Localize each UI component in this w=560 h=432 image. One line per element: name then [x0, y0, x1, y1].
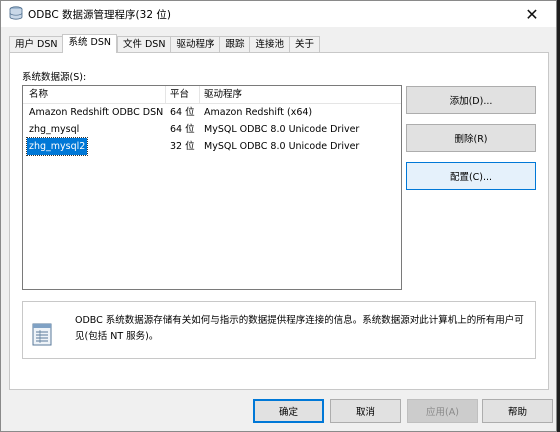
info-text: ODBC 系统数据源存储有关如何与指示的数据提供程序连接的信息。系统数据源对此计… [75, 315, 524, 342]
apply-button[interactable]: 应用(A) [407, 399, 478, 423]
dsn-platform: 32 位 [170, 141, 195, 152]
dsn-driver: MySQL ODBC 8.0 Unicode Driver [204, 141, 360, 152]
dsn-name: Amazon Redshift ODBC DSN [29, 107, 164, 118]
dsn-driver: MySQL ODBC 8.0 Unicode Driver [204, 124, 360, 135]
info-box: ODBC 系统数据源存储有关如何与指示的数据提供程序连接的信息。系统数据源对此计… [22, 301, 536, 359]
dsn-platform: 64 位 [170, 124, 195, 135]
configure-button[interactable]: 配置(C)... [406, 162, 536, 190]
tab-user-dsn[interactable]: 用户 DSN [9, 36, 63, 53]
system-dsn-list[interactable]: 名称 平台 驱动程序 Amazon Redshift ODBC DSN 64 位… [22, 85, 402, 290]
tab-system-dsn[interactable]: 系统 DSN [62, 34, 117, 53]
dsn-name: zhg_mysql [29, 124, 80, 135]
column-divider[interactable] [199, 86, 200, 104]
tab-file-dsn[interactable]: 文件 DSN [116, 36, 171, 53]
tab-drivers[interactable]: 驱动程序 [170, 36, 220, 53]
help-button[interactable]: 帮助 [482, 399, 553, 423]
column-header-driver[interactable]: 驱动程序 [204, 86, 242, 103]
title-bar: ODBC 数据源管理程序(32 位) ✕ [1, 1, 556, 27]
tab-connection-pooling[interactable]: 连接池 [249, 36, 289, 53]
tab-tracing[interactable]: 跟踪 [219, 36, 250, 53]
dsn-driver: Amazon Redshift (x64) [204, 107, 313, 118]
list-row[interactable]: Amazon Redshift ODBC DSN 64 位 Amazon Red… [23, 104, 401, 121]
dsn-name: zhg_mysql2 [25, 137, 89, 156]
dsn-platform: 64 位 [170, 107, 195, 118]
add-button[interactable]: 添加(D)... [406, 86, 536, 114]
list-row[interactable]: zhg_mysql 64 位 MySQL ODBC 8.0 Unicode Dr… [23, 121, 401, 138]
list-header: 名称 平台 驱动程序 [23, 86, 401, 104]
close-button[interactable]: ✕ [512, 1, 552, 27]
tab-about[interactable]: 关于 [289, 36, 321, 53]
tab-strip: 用户 DSN 系统 DSN 文件 DSN 驱动程序 跟踪 连接池 关于 [9, 34, 321, 53]
system-dsn-label: 系统数据源(S): [22, 72, 87, 83]
list-row-selected[interactable]: zhg_mysql2 32 位 MySQL ODBC 8.0 Unicode D… [23, 137, 401, 156]
odbc-admin-window: ODBC 数据源管理程序(32 位) ✕ 用户 DSN 系统 DSN 文件 DS… [0, 0, 557, 432]
column-divider[interactable] [165, 86, 166, 104]
data-sources-icon [31, 321, 55, 347]
remove-button[interactable]: 删除(R) [406, 124, 536, 152]
close-icon: ✕ [525, 4, 539, 24]
system-dsn-panel: 系统数据源(S): 名称 平台 驱动程序 Amazon Redshift ODB… [9, 52, 549, 390]
ok-button[interactable]: 确定 [253, 399, 324, 423]
column-header-name[interactable]: 名称 [29, 86, 48, 103]
window-title: ODBC 数据源管理程序(32 位) [28, 9, 171, 21]
cancel-button[interactable]: 取消 [330, 399, 401, 423]
column-header-platform[interactable]: 平台 [170, 86, 189, 103]
odbc-app-icon [9, 6, 23, 21]
